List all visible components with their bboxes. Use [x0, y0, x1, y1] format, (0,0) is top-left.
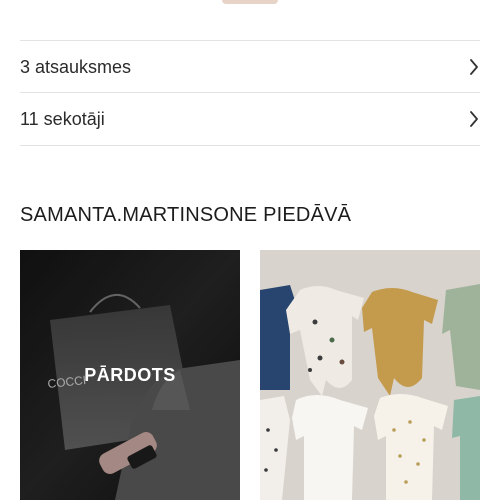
divider — [20, 145, 480, 146]
item-photo — [260, 250, 480, 500]
chevron-right-icon — [468, 59, 480, 75]
followers-row[interactable]: 11 sekotāji — [20, 93, 480, 145]
top-tab-indicator — [222, 0, 278, 4]
sold-label: PĀRDOTS — [20, 250, 240, 500]
followers-label: 11 sekotāji — [20, 108, 105, 129]
item-card-sold[interactable]: COCCI PĀRDOTS — [20, 250, 240, 500]
reviews-row[interactable]: 3 atsauksmes — [20, 41, 480, 93]
section-title: SAMANTA.MARTINSONE PIEDĀVĀ — [20, 204, 352, 226]
item-card[interactable] — [260, 250, 480, 500]
chevron-right-icon — [468, 111, 480, 127]
reviews-label: 3 atsauksmes — [20, 56, 132, 77]
